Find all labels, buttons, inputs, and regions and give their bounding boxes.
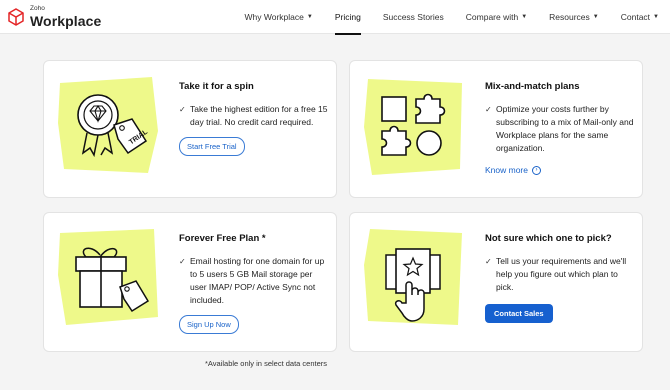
trial-card-bullet: ✓ Take the highest edition for a free 15… bbox=[179, 103, 329, 129]
nav-label: Success Stories bbox=[382, 12, 444, 22]
trial-card: TRIAL Take it for a spin ✓ Take the high… bbox=[43, 60, 337, 198]
sign-up-now-button[interactable]: Sign Up Now bbox=[179, 315, 239, 334]
nav-success-stories[interactable]: Success Stories bbox=[372, 0, 455, 34]
pick-card-title: Not sure which one to pick? bbox=[485, 233, 612, 244]
chevron-down-icon: ▼ bbox=[521, 14, 528, 20]
logo-workplace-text: Workplace bbox=[30, 12, 102, 29]
checkmark-icon: ✓ bbox=[179, 257, 186, 266]
logo-cube-icon bbox=[8, 8, 24, 26]
bullet-text: Take the highest edition for a free 15 d… bbox=[190, 104, 328, 127]
mix-card-bullet: ✓ Optimize your costs further by subscri… bbox=[485, 103, 635, 155]
know-more-label: Know more bbox=[485, 165, 528, 175]
main-nav: Why Workplace ▼ Pricing Success Stories C… bbox=[234, 0, 670, 35]
trial-card-title: Take it for a spin bbox=[179, 81, 254, 92]
nav-pricing[interactable]: Pricing bbox=[324, 0, 372, 35]
nav-contact[interactable]: Contact ▼ bbox=[610, 0, 670, 34]
nav-label: Contact bbox=[620, 12, 651, 22]
data-center-footnote: *Available only in select data centers bbox=[205, 359, 328, 368]
chevron-down-icon: ▼ bbox=[592, 14, 599, 20]
nav-label: Resources bbox=[549, 12, 590, 22]
pick-card-bullet: ✓ Tell us your requirements and we'll he… bbox=[485, 255, 635, 294]
top-header: Zoho Workplace Why Workplace ▼ Pricing Su… bbox=[0, 0, 670, 35]
gift-box-illustration bbox=[58, 229, 158, 325]
bullet-text: Email hosting for one domain for up to 5… bbox=[190, 256, 325, 305]
nav-resources[interactable]: Resources ▼ bbox=[538, 0, 610, 34]
checkmark-icon: ✓ bbox=[179, 105, 186, 114]
free-card-title: Forever Free Plan * bbox=[179, 233, 266, 244]
help-pick-card: Not sure which one to pick? ✓ Tell us yo… bbox=[349, 212, 643, 352]
nav-compare-with[interactable]: Compare with ▼ bbox=[455, 0, 538, 34]
arrow-right-circle-icon: › bbox=[532, 165, 541, 175]
logo-zoho-text: Zoho bbox=[30, 5, 45, 13]
puzzle-shapes-illustration bbox=[364, 79, 462, 175]
zoho-workplace-logo[interactable]: Zoho Workplace bbox=[6, 4, 106, 30]
start-free-trial-button[interactable]: Start Free Trial bbox=[179, 137, 245, 156]
know-more-link[interactable]: Know more › bbox=[485, 165, 541, 175]
mix-match-card: Mix-and-match plans ✓ Optimize your cost… bbox=[349, 60, 643, 198]
free-plan-card: Forever Free Plan * ✓ Email hosting for … bbox=[43, 212, 337, 352]
nav-label: Why Workplace bbox=[244, 12, 304, 22]
checkmark-icon: ✓ bbox=[485, 105, 492, 114]
nav-label: Pricing bbox=[334, 12, 361, 22]
free-card-bullet: ✓ Email hosting for one domain for up to… bbox=[179, 255, 329, 307]
contact-sales-button[interactable]: Contact Sales bbox=[485, 304, 553, 323]
trial-badge-illustration: TRIAL bbox=[58, 77, 158, 173]
bullet-text: Optimize your costs further by subscribi… bbox=[496, 104, 634, 153]
nav-label: Compare with bbox=[465, 12, 519, 22]
mix-card-title: Mix-and-match plans bbox=[485, 81, 580, 92]
choose-card-illustration bbox=[364, 229, 462, 325]
nav-why-workplace[interactable]: Why Workplace ▼ bbox=[234, 0, 324, 34]
bullet-text: Tell us your requirements and we'll help… bbox=[496, 256, 627, 292]
checkmark-icon: ✓ bbox=[485, 257, 492, 266]
chevron-down-icon: ▼ bbox=[653, 14, 659, 20]
chevron-down-icon: ▼ bbox=[306, 14, 313, 20]
